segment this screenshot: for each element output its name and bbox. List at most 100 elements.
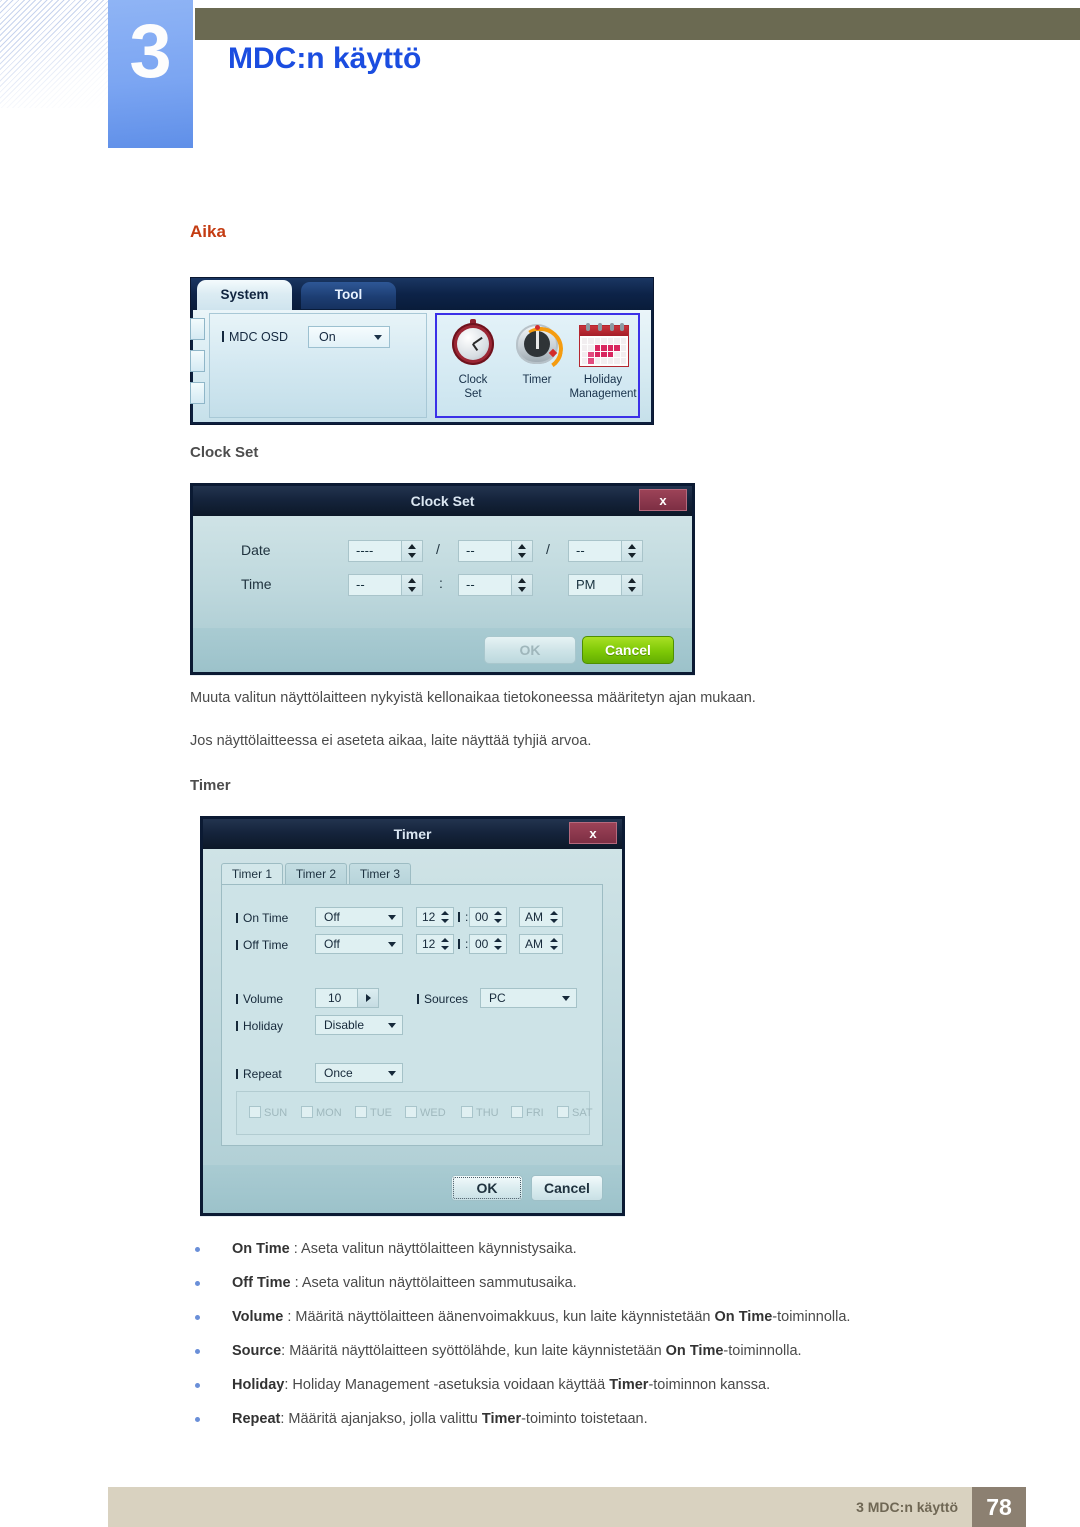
volume-label: Volume (236, 992, 283, 1006)
section-heading-aika: Aika (190, 222, 226, 241)
time-minute-spinner-buttons[interactable] (511, 575, 532, 595)
chevron-down-icon (388, 1071, 396, 1076)
list-item: Source: Määritä näyttölaitteen syöttöläh… (190, 1334, 1020, 1368)
on-time-mode-value: Off (324, 910, 340, 924)
bullet-term: Holiday (232, 1377, 285, 1393)
bullet-text: : Määritä näyttölaitteen syöttölähde, ku… (281, 1343, 666, 1359)
checkbox-box[interactable] (405, 1106, 417, 1118)
date-day-spinner[interactable]: -- (568, 540, 643, 562)
mdc-osd-select[interactable]: On (308, 326, 390, 348)
subheading-clock-set: Clock Set (190, 444, 259, 461)
date-year-spinner-buttons[interactable] (401, 541, 422, 561)
checkbox-box[interactable] (301, 1106, 313, 1118)
stub-field-3 (190, 382, 205, 404)
on-time-hour-spinner[interactable]: 12 (416, 907, 454, 927)
off-time-mode-select[interactable]: Off (315, 934, 403, 954)
chevron-down-icon (562, 996, 570, 1001)
checkbox-sun-label: SUN (264, 1107, 288, 1119)
chevron-down-icon (388, 942, 396, 947)
checkbox-box[interactable] (511, 1106, 523, 1118)
clock-set-cancel-button[interactable]: Cancel (582, 636, 674, 664)
tab-timer-1[interactable]: Timer 1 (221, 863, 283, 885)
time-hour-spinner[interactable]: -- (348, 574, 423, 596)
holiday-label: Holiday (236, 1019, 283, 1033)
on-time-mode-select[interactable]: Off (315, 907, 403, 927)
checkbox-box[interactable] (461, 1106, 473, 1118)
calendar-ring-4 (620, 323, 624, 331)
on-time-minute-spinner[interactable]: 00 (469, 907, 507, 927)
holiday-select[interactable]: Disable (315, 1015, 403, 1035)
checkbox-tue[interactable]: TUE (355, 1105, 392, 1121)
volume-stepper[interactable]: 10 (315, 988, 379, 1008)
bullet-dot-icon (195, 1349, 200, 1354)
list-item: Off Time : Aseta valitun näyttölaitteen … (190, 1266, 1020, 1300)
tab-timer-2[interactable]: Timer 2 (285, 863, 347, 885)
checkbox-thu[interactable]: THU (461, 1105, 499, 1121)
calendar-grid (582, 338, 626, 364)
timer-icon (505, 319, 569, 375)
timer-cancel-button[interactable]: Cancel (531, 1175, 603, 1201)
stub-field-1 (190, 318, 205, 340)
footer-bar: 3 MDC:n käyttö (108, 1487, 972, 1527)
close-icon[interactable]: x (569, 822, 617, 844)
mdc-osd-value: On (319, 330, 336, 344)
date-day-spinner-buttons[interactable] (621, 541, 642, 561)
bullet-dot-icon (195, 1383, 200, 1388)
time-minute-value: -- (466, 577, 475, 592)
bullet-term: On Time (232, 1241, 290, 1257)
checkbox-mon[interactable]: MON (301, 1105, 342, 1121)
page-title: MDC:n käyttö (228, 42, 422, 75)
time-ampm-spinner[interactable]: PM (568, 574, 643, 596)
sources-select[interactable]: PC (480, 988, 577, 1008)
date-year-spinner[interactable]: ---- (348, 540, 423, 562)
checkbox-box[interactable] (557, 1106, 569, 1118)
date-month-spinner[interactable]: -- (458, 540, 533, 562)
calendar-body (579, 323, 629, 367)
bullet-dot-icon (195, 1247, 200, 1252)
checkbox-wed[interactable]: WED (405, 1105, 446, 1121)
spinner-arrows-icon (550, 938, 558, 950)
subheading-timer: Timer (190, 777, 231, 794)
off-time-hour-spinner[interactable]: 12 (416, 934, 454, 954)
bullet-term: Volume (232, 1309, 284, 1325)
ribbon-icon-holiday-management[interactable]: Holiday Management (569, 319, 637, 401)
time-hour-spinner-buttons[interactable] (401, 575, 422, 595)
time-ampm-spinner-buttons[interactable] (621, 575, 642, 595)
checkbox-fri-label: FRI (526, 1107, 544, 1119)
off-time-ampm-spinner[interactable]: AM (519, 934, 563, 954)
off-time-minute-spinner[interactable]: 00 (469, 934, 507, 954)
bullet-tail: -toiminnon kanssa. (648, 1377, 771, 1393)
bullet-bold-tail: Timer (481, 1411, 522, 1427)
bullet-bold-tail: On Time (714, 1309, 773, 1325)
bullet-term: Repeat (232, 1411, 281, 1427)
clock-set-ok-button[interactable]: OK (484, 636, 576, 664)
checkbox-fri[interactable]: FRI (511, 1105, 544, 1121)
on-time-ampm-spinner[interactable]: AM (519, 907, 563, 927)
clock-set-body: Date ---- / -- / -- Time -- : -- PM (193, 516, 692, 628)
checkbox-sun[interactable]: SUN (249, 1105, 287, 1121)
timer-footer: OK Cancel (203, 1165, 622, 1213)
tab-system[interactable]: System (197, 280, 292, 310)
stub-field-2 (190, 350, 205, 372)
timer-body: Timer 1 Timer 2 Timer 3 On Time Off 12 :… (203, 849, 622, 1165)
checkbox-box[interactable] (355, 1106, 367, 1118)
checkbox-sat[interactable]: SAT (557, 1105, 593, 1121)
timer-ok-button[interactable]: OK (451, 1175, 523, 1201)
date-month-spinner-buttons[interactable] (511, 541, 532, 561)
timer-tab-panel: On Time Off 12 : 00 AM Off Time Off 12:… (221, 884, 603, 1146)
checkbox-box[interactable] (249, 1106, 261, 1118)
ribbon-icon-timer[interactable]: Timer (505, 319, 569, 387)
ribbon-tab-bar: System Tool (191, 278, 653, 310)
ribbon-icon-clock-set[interactable]: Clock Set (441, 319, 505, 401)
calendar-ring-1 (586, 323, 590, 331)
tab-timer-3[interactable]: Timer 3 (349, 863, 411, 885)
repeat-select[interactable]: Once (315, 1063, 403, 1083)
bullet-tail: -toiminnolla. (723, 1343, 802, 1359)
volume-increase-icon[interactable] (357, 989, 378, 1007)
clock-face (457, 328, 489, 360)
time-minute-spinner[interactable]: -- (458, 574, 533, 596)
bullet-list: On Time : Aseta valitun näyttölaitteen k… (190, 1232, 1020, 1436)
date-separator-2: / (546, 541, 550, 557)
tab-tool[interactable]: Tool (301, 282, 396, 309)
close-icon[interactable]: x (639, 489, 687, 511)
